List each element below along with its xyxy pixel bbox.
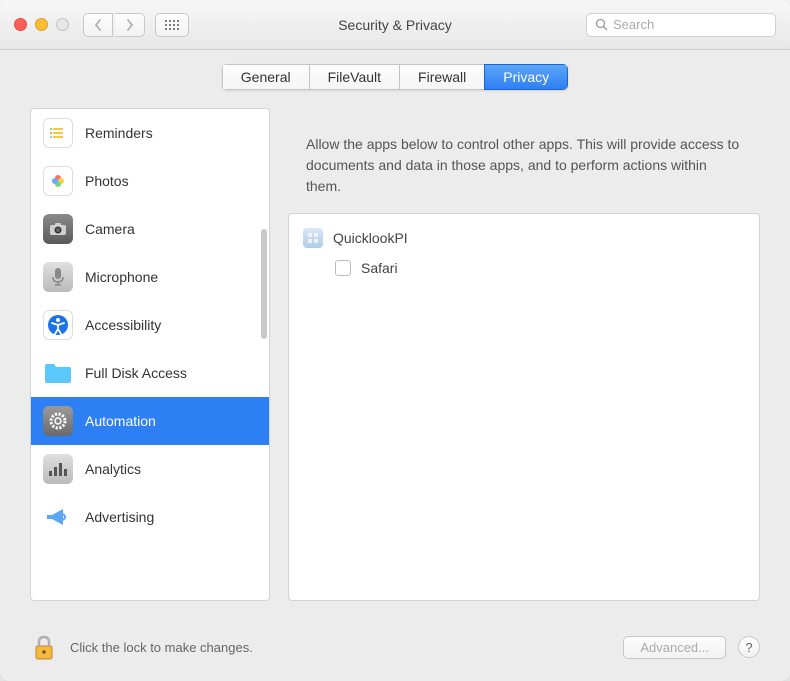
app-row[interactable]: QuicklookPI: [303, 222, 745, 254]
sidebar-item-microphone[interactable]: Microphone: [31, 253, 269, 301]
app-name: QuicklookPI: [333, 230, 408, 246]
sidebar-item-reminders[interactable]: Reminders: [31, 109, 269, 157]
accessibility-icon: [43, 310, 73, 340]
lock-icon[interactable]: [30, 633, 58, 661]
privacy-sidebar: Reminders Photos Camera Microphone: [30, 108, 270, 601]
camera-icon: [43, 214, 73, 244]
detail-description: Allow the apps below to control other ap…: [288, 108, 760, 213]
folder-icon: [43, 358, 73, 388]
sidebar-item-label: Automation: [85, 413, 156, 429]
microphone-icon: [43, 262, 73, 292]
help-button[interactable]: ?: [738, 636, 760, 658]
forward-button[interactable]: [115, 13, 145, 37]
sidebar-item-label: Advertising: [85, 509, 154, 525]
detail-panel: Allow the apps below to control other ap…: [288, 108, 760, 601]
sidebar-item-automation[interactable]: Automation: [31, 397, 269, 445]
content-area: Reminders Photos Camera Microphone: [0, 108, 790, 621]
search-input[interactable]: Search: [586, 13, 776, 37]
close-button[interactable]: [14, 18, 27, 31]
search-placeholder: Search: [613, 17, 654, 32]
photos-icon: [43, 166, 73, 196]
app-child-name: Safari: [361, 260, 398, 276]
sidebar-item-label: Analytics: [85, 461, 141, 477]
lock-text: Click the lock to make changes.: [70, 640, 611, 655]
nav-buttons: [83, 13, 145, 37]
chevron-left-icon: [94, 19, 102, 31]
tabs-row: General FileVault Firewall Privacy: [0, 50, 790, 108]
tab-general[interactable]: General: [222, 64, 309, 90]
search-icon: [595, 18, 608, 31]
advanced-button[interactable]: Advanced...: [623, 636, 726, 659]
minimize-button[interactable]: [35, 18, 48, 31]
sidebar-item-camera[interactable]: Camera: [31, 205, 269, 253]
gear-icon: [43, 406, 73, 436]
tab-segmented-control: General FileVault Firewall Privacy: [222, 64, 568, 90]
app-generic-icon: [303, 228, 323, 248]
sidebar-item-label: Reminders: [85, 125, 153, 141]
app-checkbox[interactable]: [335, 260, 351, 276]
sidebar-item-label: Full Disk Access: [85, 365, 187, 381]
chevron-right-icon: [126, 19, 134, 31]
sidebar-item-label: Camera: [85, 221, 135, 237]
show-all-button[interactable]: [155, 13, 189, 37]
sidebar-item-label: Microphone: [85, 269, 158, 285]
sidebar-item-photos[interactable]: Photos: [31, 157, 269, 205]
preferences-window: Security & Privacy Search General FileVa…: [0, 0, 790, 681]
analytics-icon: [43, 454, 73, 484]
grid-icon: [165, 20, 179, 30]
sidebar-item-label: Photos: [85, 173, 129, 189]
megaphone-icon: [43, 502, 73, 532]
tab-privacy[interactable]: Privacy: [484, 64, 568, 90]
tab-filevault[interactable]: FileVault: [309, 64, 399, 90]
titlebar: Security & Privacy Search: [0, 0, 790, 50]
app-child-row[interactable]: Safari: [303, 254, 745, 282]
sidebar-item-accessibility[interactable]: Accessibility: [31, 301, 269, 349]
reminders-icon: [43, 118, 73, 148]
apps-list: QuicklookPI Safari: [288, 213, 760, 601]
sidebar-item-advertising[interactable]: Advertising: [31, 493, 269, 541]
sidebar-scrollbar[interactable]: [261, 229, 267, 339]
sidebar-item-analytics[interactable]: Analytics: [31, 445, 269, 493]
traffic-lights: [14, 18, 69, 31]
sidebar-item-label: Accessibility: [85, 317, 161, 333]
tab-firewall[interactable]: Firewall: [399, 64, 484, 90]
maximize-button: [56, 18, 69, 31]
footer: Click the lock to make changes. Advanced…: [0, 621, 790, 681]
sidebar-item-full-disk-access[interactable]: Full Disk Access: [31, 349, 269, 397]
back-button[interactable]: [83, 13, 113, 37]
